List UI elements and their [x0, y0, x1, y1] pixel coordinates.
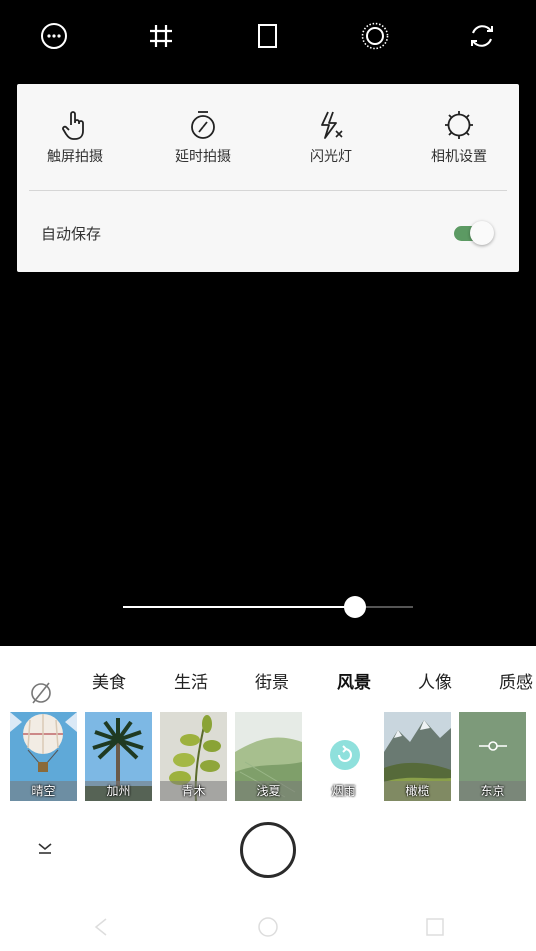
touch-shoot-label: 触屏拍摄 [47, 149, 103, 165]
camera-settings-label: 相机设置 [431, 149, 487, 165]
filter-item[interactable]: 加州 [85, 712, 152, 801]
filter-name: 加州 [85, 781, 152, 801]
chevron-down-icon[interactable] [32, 836, 58, 862]
camera-settings-button[interactable]: 相机设置 [404, 108, 514, 168]
filter-name: 烟雨 [331, 784, 356, 798]
filter-item[interactable]: 浅夏 [235, 712, 302, 801]
quick-settings-panel: 触屏拍摄 延时拍摄 闪光灯 相机设置 自动保存 [17, 84, 519, 272]
aspect-ratio-icon[interactable] [250, 18, 286, 54]
slider-thumb[interactable] [344, 596, 366, 618]
timer-icon [148, 108, 258, 142]
system-nav-bar [0, 902, 536, 951]
filter-name: 橄榄 [384, 781, 451, 801]
category-street[interactable]: 街景 [255, 668, 289, 693]
bottom-panel: 美食 生活 街景 风景 人像 质感 晴空 加州 青木 浅夏 烟雨 橄榄 东京 [0, 646, 536, 951]
autosave-toggle[interactable] [454, 220, 494, 246]
filter-item[interactable]: 东京 [459, 712, 526, 801]
category-life[interactable]: 生活 [174, 668, 208, 693]
filter-item[interactable]: 橄榄 [384, 712, 451, 801]
autosave-label: 自动保存 [41, 225, 102, 243]
toggle-knob [470, 221, 494, 245]
category-scenery[interactable]: 风景 [337, 668, 371, 693]
filter-item[interactable]: 晴空 [10, 712, 77, 801]
filter-name: 东京 [459, 781, 526, 801]
filter-item-selected[interactable]: 烟雨 [310, 712, 377, 801]
panel-divider [29, 190, 507, 191]
timer-label: 延时拍摄 [175, 149, 231, 165]
flash-button[interactable]: 闪光灯 [276, 108, 386, 168]
shutter-button[interactable] [240, 822, 296, 878]
back-icon[interactable] [90, 916, 112, 938]
flash-off-icon [276, 108, 386, 142]
home-icon[interactable] [257, 916, 279, 938]
grid-icon[interactable] [143, 18, 179, 54]
timer-button[interactable]: 延时拍摄 [148, 108, 258, 168]
effect-ring-icon[interactable] [357, 18, 393, 54]
flash-label: 闪光灯 [310, 149, 352, 165]
no-filter-icon[interactable] [28, 680, 54, 706]
camera-settings-icon [404, 108, 514, 142]
exposure-slider[interactable] [123, 596, 413, 618]
recents-icon[interactable] [424, 916, 446, 938]
slider-fill [123, 606, 355, 608]
touch-shoot-button[interactable]: 触屏拍摄 [20, 108, 130, 168]
filter-name: 晴空 [10, 781, 77, 801]
filter-name: 浅夏 [235, 781, 302, 801]
filter-name: 青木 [160, 781, 227, 801]
camera-toolbar [0, 0, 536, 72]
category-texture[interactable]: 质感 [499, 668, 533, 693]
filter-categories: 美食 生活 街景 风景 人像 质感 [0, 660, 536, 704]
more-icon[interactable] [36, 18, 72, 54]
switch-camera-icon[interactable] [464, 18, 500, 54]
touch-shoot-icon [20, 108, 130, 142]
category-food[interactable]: 美食 [92, 668, 126, 693]
filter-item[interactable]: 青木 [160, 712, 227, 801]
category-portrait[interactable]: 人像 [418, 668, 452, 693]
